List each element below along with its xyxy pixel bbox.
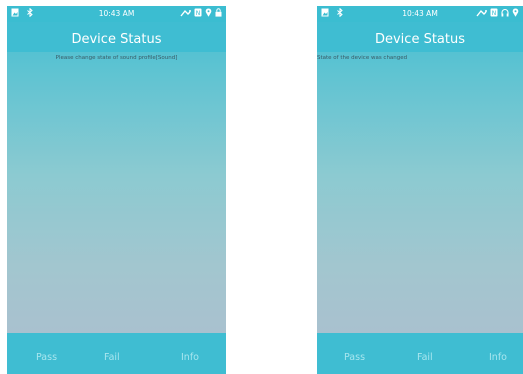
info-button[interactable]: Info (489, 352, 507, 363)
nfc-icon: N (490, 8, 498, 17)
status-message: Please change state of sound profile[Sou… (55, 55, 178, 61)
nfc-icon: N (194, 8, 202, 17)
pass-button[interactable]: Pass (36, 352, 57, 363)
fail-button[interactable]: Fail (417, 352, 433, 363)
title-bar: Device Status (317, 22, 523, 52)
page-title: Device Status (71, 32, 162, 47)
signal-icon (476, 9, 487, 17)
title-bar: Device Status (7, 22, 226, 52)
phone-screen-right: 10:43 AM N Device Status State of the de… (317, 6, 523, 374)
status-bar: 10:43 AM N (317, 6, 523, 22)
location-icon (512, 8, 519, 17)
page-title: Device Status (374, 32, 466, 47)
status-message: State of the device was changed (317, 55, 408, 61)
pass-button[interactable]: Pass (344, 352, 365, 363)
location-icon (205, 8, 212, 17)
svg-text:N: N (492, 10, 497, 17)
action-bar: Pass Fail Info (7, 333, 226, 374)
status-bar: 10:43 AM N (7, 6, 226, 22)
headset-icon (501, 8, 509, 17)
phone-screen-left: 10:43 AM N Device Status Please change s… (7, 6, 226, 374)
info-button[interactable]: Info (181, 352, 199, 363)
lock-icon (215, 8, 222, 17)
action-bar: Pass Fail Info (317, 333, 523, 374)
signal-icon (180, 9, 191, 17)
svg-text:N: N (196, 10, 201, 17)
fail-button[interactable]: Fail (104, 352, 120, 363)
